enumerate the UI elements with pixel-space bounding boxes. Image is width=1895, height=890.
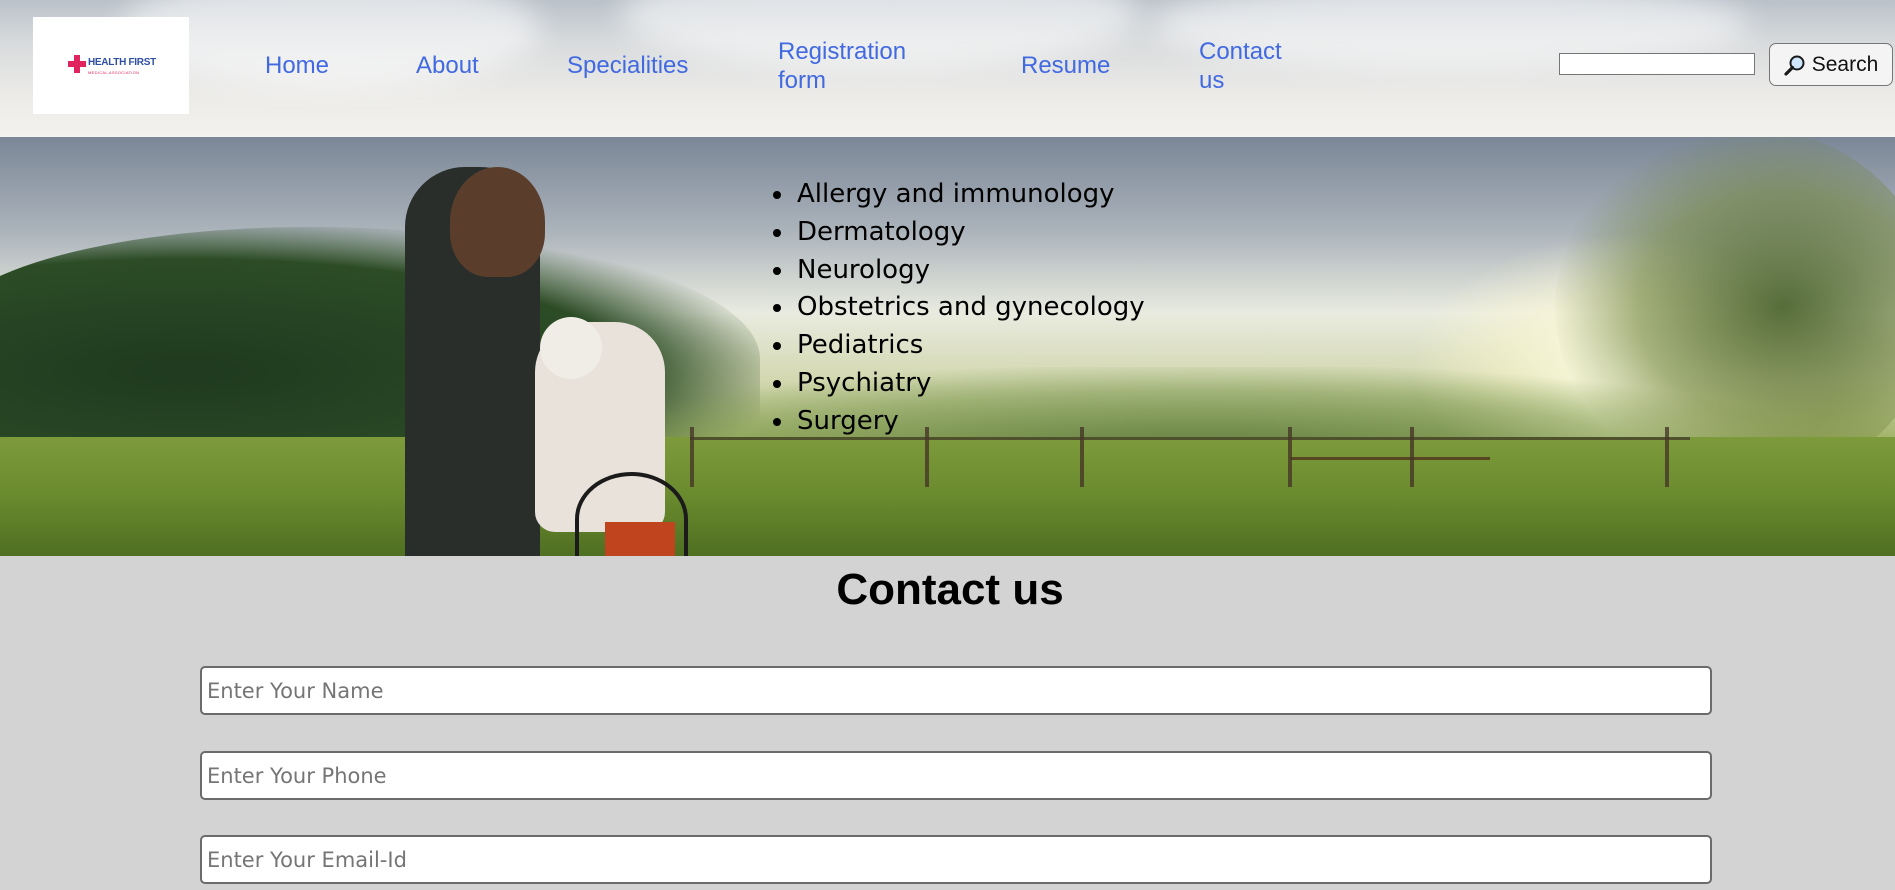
email-field[interactable]	[200, 835, 1712, 884]
logo[interactable]: HEALTH FIRST MEDICAL ASSOCIATION	[33, 17, 189, 114]
site-header: HEALTH FIRST MEDICAL ASSOCIATION Home Ab…	[0, 0, 1895, 137]
nav-about[interactable]: About	[416, 51, 479, 80]
specialities-list: Allergy and immunology Dermatology Neuro…	[770, 176, 1145, 441]
medical-cross-icon	[68, 55, 86, 73]
list-item: Dermatology	[795, 214, 1145, 252]
search-input[interactable]	[1559, 53, 1755, 75]
list-item: Allergy and immunology	[795, 176, 1145, 214]
name-field[interactable]	[200, 666, 1712, 715]
phone-field[interactable]	[200, 751, 1712, 800]
nav-resume[interactable]: Resume	[1021, 51, 1110, 80]
list-item: Obstetrics and gynecology	[795, 289, 1145, 327]
list-item: Surgery	[795, 403, 1145, 441]
nav-registration-form[interactable]: Registration form	[778, 37, 928, 95]
search-button-label: Search	[1811, 52, 1879, 76]
logo-tagline: MEDICAL ASSOCIATION	[88, 70, 140, 75]
logo-name: HEALTH FIRST	[88, 57, 156, 68]
contact-title: Contact us	[836, 565, 1064, 614]
list-item: Neurology	[795, 252, 1145, 290]
nav-home[interactable]: Home	[265, 51, 329, 80]
list-item: Psychiatry	[795, 365, 1145, 403]
wheelchair	[575, 472, 688, 556]
nav-contact-us[interactable]: Contact us	[1199, 37, 1299, 95]
nav-specialities[interactable]: Specialities	[567, 51, 688, 80]
magnifier-icon	[1784, 55, 1805, 76]
search-button[interactable]: Search	[1769, 43, 1893, 86]
list-item: Pediatrics	[795, 327, 1145, 365]
